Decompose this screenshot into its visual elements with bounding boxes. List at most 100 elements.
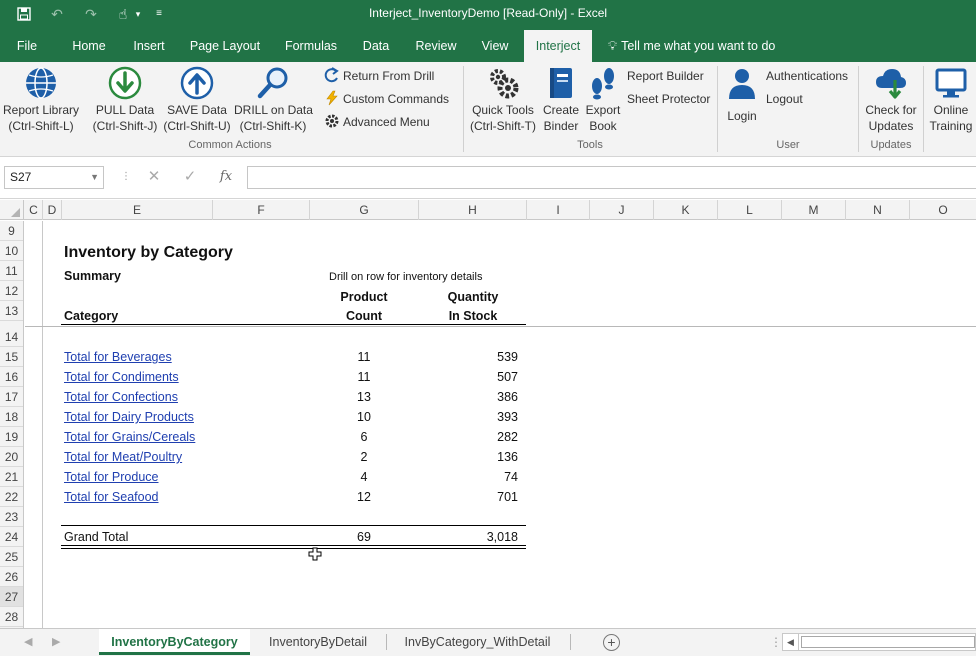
row-header[interactable]: 28 <box>0 607 23 627</box>
row-header[interactable]: 9 <box>0 221 23 241</box>
category-link[interactable]: Total for Beverages <box>64 348 172 366</box>
row-header[interactable]: 25 <box>0 547 23 567</box>
column-header[interactable]: D <box>43 200 62 220</box>
row-header[interactable]: 10 <box>0 241 23 261</box>
column-header[interactable]: I <box>527 200 590 220</box>
custom-commands-button[interactable]: Custom Commands <box>324 90 449 108</box>
row-header[interactable]: 17 <box>0 387 23 407</box>
tab-home[interactable]: Home <box>64 30 114 62</box>
drill-note: Drill on row for inventory details <box>329 271 483 283</box>
worksheet[interactable]: Inventory by Category Summary Drill on r… <box>25 221 976 628</box>
tab-interject[interactable]: Interject <box>524 30 592 62</box>
tab-data[interactable]: Data <box>352 30 400 62</box>
column-header[interactable]: H <box>419 200 527 220</box>
category-link[interactable]: Total for Grains/Cereals <box>64 428 195 446</box>
tab-view[interactable]: View <box>472 30 518 62</box>
online-training-button[interactable]: Online Training <box>926 66 976 134</box>
tab-file[interactable]: File <box>6 30 48 62</box>
ribbon: Report Library (Ctrl-Shift-L) PULL Data … <box>0 62 976 157</box>
login-button[interactable]: Login <box>722 66 762 124</box>
row-header[interactable]: 12 <box>0 281 23 301</box>
drill-on-data-button[interactable]: DRILL on Data (Ctrl-Shift-K) <box>234 66 313 134</box>
category-link[interactable]: Total for Confections <box>64 388 178 406</box>
insert-function-icon[interactable]: fx <box>216 167 236 187</box>
column-header[interactable]: J <box>590 200 654 220</box>
scroll-tabs-right-icon[interactable]: ▶ <box>52 629 60 655</box>
row-header-selected[interactable]: 27 <box>0 587 23 607</box>
column-header[interactable]: M <box>782 200 846 220</box>
more-options-icon[interactable]: ⋮ <box>116 167 136 187</box>
header-in-stock: In Stock <box>448 309 498 323</box>
tell-me-search[interactable]: 💡︎ Tell me what you want to do <box>608 30 775 62</box>
column-header[interactable]: C <box>25 200 43 220</box>
grand-total-label: Grand Total <box>64 530 129 544</box>
pull-data-button[interactable]: PULL Data (Ctrl-Shift-J) <box>88 66 162 134</box>
row-header[interactable]: 24 <box>0 527 23 547</box>
sheet-tab-inventory-by-category[interactable]: InventoryByCategory <box>99 629 250 655</box>
scroll-left-icon[interactable]: ◀ <box>783 634 799 650</box>
column-header[interactable]: E <box>62 200 213 220</box>
formula-input[interactable] <box>247 166 976 189</box>
report-library-label: Report Library <box>2 103 80 117</box>
report-subtitle: Summary <box>64 269 121 283</box>
report-library-button[interactable]: Report Library (Ctrl-Shift-L) <box>2 66 80 134</box>
quick-tools-button[interactable]: Quick Tools (Ctrl-Shift-T) <box>468 66 538 134</box>
row-header[interactable]: 18 <box>0 407 23 427</box>
row-header[interactable]: 26 <box>0 567 23 587</box>
logout-button[interactable]: Logout <box>766 90 803 108</box>
chevron-down-icon[interactable]: ▼ <box>90 167 99 188</box>
tab-page-layout[interactable]: Page Layout <box>184 30 266 62</box>
column-header[interactable]: F <box>213 200 310 220</box>
category-link[interactable]: Total for Seafood <box>64 488 159 506</box>
check-for-updates-button[interactable]: Check for Updates <box>860 66 922 134</box>
scroll-tabs-left-icon[interactable]: ◀ <box>24 629 32 655</box>
row-header[interactable]: 19 <box>0 427 23 447</box>
row-header[interactable]: 11 <box>0 261 23 281</box>
category-link[interactable]: Total for Produce <box>64 468 159 486</box>
row-header[interactable]: 21 <box>0 467 23 487</box>
tab-insert[interactable]: Insert <box>124 30 174 62</box>
splitter-handle-icon[interactable]: ⋮ <box>770 633 782 651</box>
row-header[interactable]: 23 <box>0 507 23 527</box>
tab-review[interactable]: Review <box>408 30 464 62</box>
sheet-protector-button[interactable]: Sheet Protector <box>627 90 710 108</box>
row-header[interactable]: 20 <box>0 447 23 467</box>
create-binder-button[interactable]: Create Binder <box>540 66 582 134</box>
ribbon-tabs: File Home Insert Page Layout Formulas Da… <box>0 30 976 62</box>
name-box[interactable]: S27 ▼ <box>4 166 104 189</box>
header-category: Category <box>64 309 119 323</box>
row-header[interactable]: 22 <box>0 487 23 507</box>
category-link[interactable]: Total for Meat/Poultry <box>64 448 182 466</box>
category-link[interactable]: Total for Dairy Products <box>64 408 194 426</box>
authentications-button[interactable]: Authentications <box>766 67 848 85</box>
column-header[interactable]: N <box>846 200 910 220</box>
scrollbar-thumb[interactable] <box>801 636 975 648</box>
column-header[interactable]: L <box>718 200 782 220</box>
row-header[interactable]: 15 <box>0 347 23 367</box>
formula-bar: S27 ▼ ⋮ ✕ ✓ fx <box>0 157 976 199</box>
column-header[interactable]: K <box>654 200 718 220</box>
create-binder-label-2: Binder <box>543 119 579 133</box>
column-header[interactable]: G <box>310 200 419 220</box>
check-updates-label-2: Updates <box>868 119 914 133</box>
row-header[interactable]: 14 <box>0 327 23 347</box>
return-from-drill-button[interactable]: Return From Drill <box>324 67 434 85</box>
horizontal-scrollbar[interactable]: ◀ <box>782 633 976 651</box>
tab-formulas[interactable]: Formulas <box>276 30 346 62</box>
report-builder-button[interactable]: Report Builder <box>627 67 704 85</box>
lightning-icon <box>324 90 340 106</box>
add-sheet-icon[interactable]: + <box>603 634 620 651</box>
select-all-corner[interactable] <box>0 200 24 220</box>
advanced-menu-button[interactable]: Advanced Menu <box>324 113 430 131</box>
export-book-button[interactable]: Export Book <box>582 66 624 134</box>
quantity-in-stock: 386 <box>497 390 518 404</box>
enter-icon[interactable]: ✓ <box>180 167 200 187</box>
sheet-tab-inventory-by-detail[interactable]: InventoryByDetail <box>254 629 382 655</box>
save-data-button[interactable]: SAVE Data (Ctrl-Shift-U) <box>160 66 234 134</box>
row-header[interactable]: 13 <box>0 301 23 321</box>
column-header[interactable]: O <box>910 200 976 220</box>
cancel-icon[interactable]: ✕ <box>144 167 164 187</box>
category-link[interactable]: Total for Condiments <box>64 368 179 386</box>
sheet-tab-invbycategory-withdetail[interactable]: InvByCategory_WithDetail <box>390 629 565 655</box>
row-header[interactable]: 16 <box>0 367 23 387</box>
